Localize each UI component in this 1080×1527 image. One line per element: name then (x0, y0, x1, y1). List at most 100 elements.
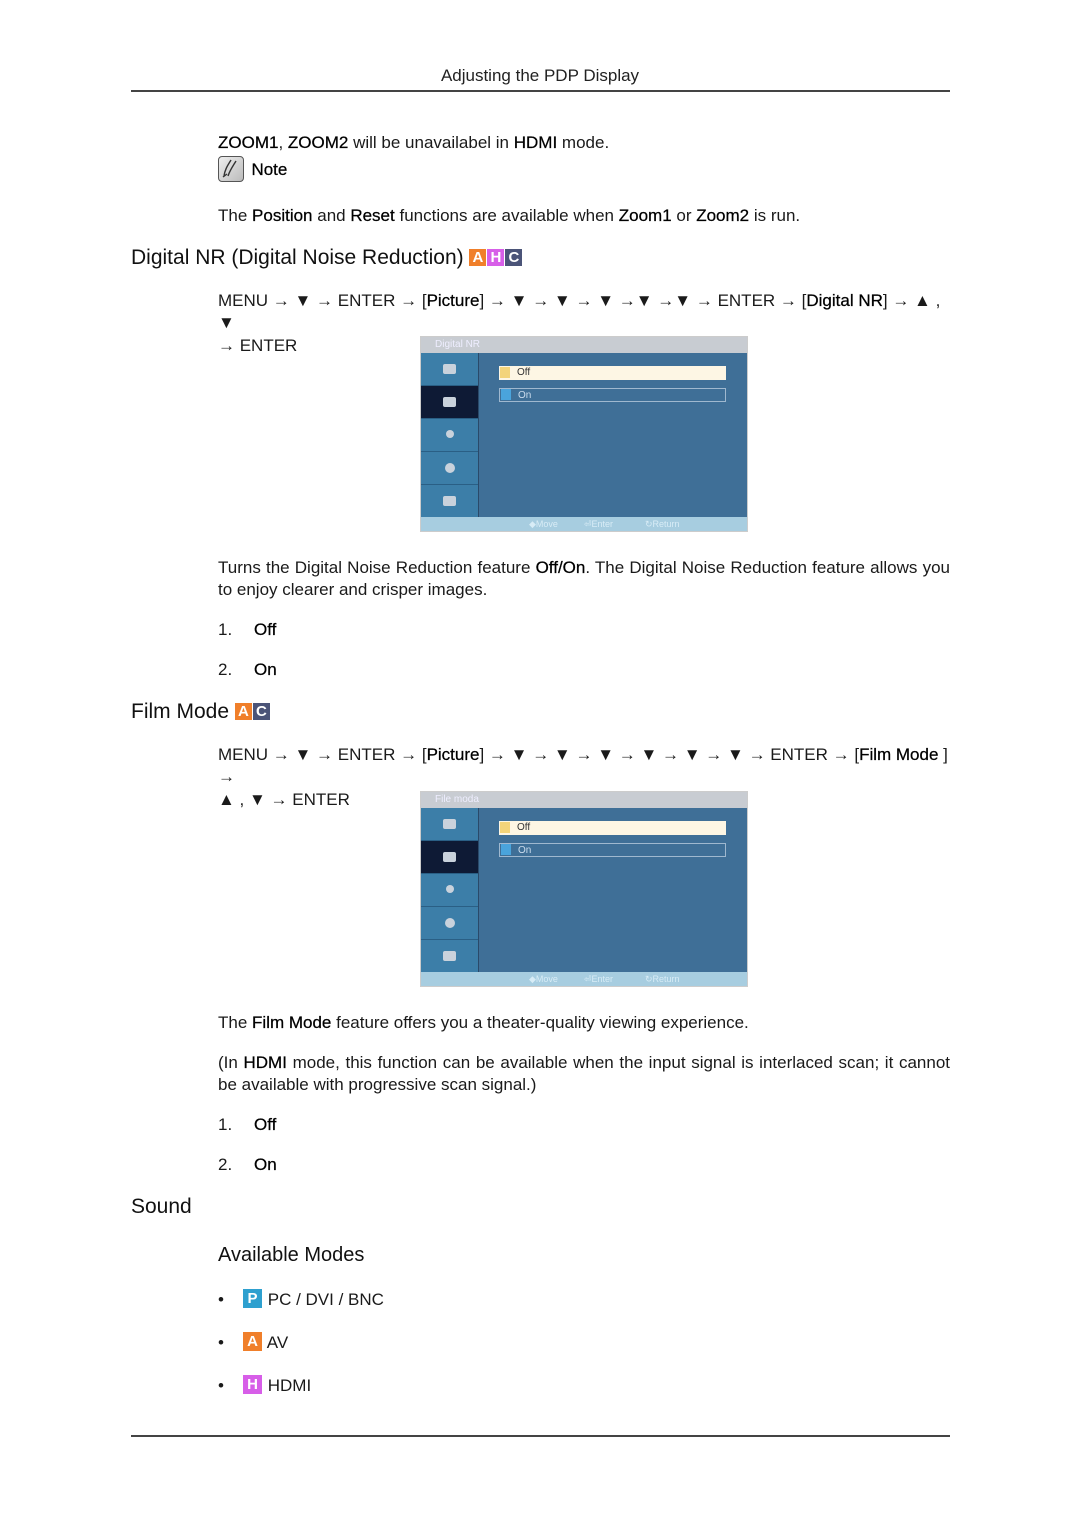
mode-badge-a-icon: A (234, 703, 252, 720)
note-block: Note (218, 156, 288, 188)
digital-nr-heading-text: Digital NR (Digital Noise Reduction) (131, 246, 464, 269)
osd-sound-item (421, 874, 478, 907)
text-fragment: MENU → ▼ → ENTER → [ (218, 291, 427, 310)
list-label: On (254, 1155, 277, 1174)
film-mode-list-item: 1. Off (218, 1114, 277, 1136)
text-fragment: The (218, 1013, 253, 1032)
mode-list-item: • H HDMI (218, 1375, 311, 1397)
setup-gear-icon (445, 918, 455, 928)
return-hint: ↻ Return (645, 519, 680, 529)
osd-sidebar (421, 808, 478, 974)
osd-input-item (421, 353, 478, 386)
text-fragment: is run. (749, 206, 801, 225)
film-mode-heading: Film Mode AC (131, 700, 271, 724)
mode-list-item: • A AV (218, 1332, 288, 1354)
film-mode-term: Film Mode (859, 745, 944, 764)
text-fragment: (In (218, 1053, 244, 1072)
picture-term: Picture (426, 291, 480, 310)
menu-path-line: MENU → ▼ → ENTER → [Picture] → ▼ → ▼ → ▼… (218, 290, 958, 334)
bullet: • (218, 1333, 224, 1352)
note-label: Note (251, 160, 288, 179)
enter-label: Enter (591, 974, 614, 984)
option-marker-icon (501, 389, 511, 400)
digital-nr-list-item: 2. On (218, 659, 277, 681)
bullet: • (218, 1290, 224, 1309)
osd-title: Digital NR (421, 337, 747, 353)
osd-option-label: On (518, 845, 532, 856)
osd-setup-item (421, 452, 478, 485)
enter-label: Enter (591, 519, 614, 529)
osd-footer: ◆ Move ⏎ Enter ↻ Return (421, 972, 747, 986)
digital-nr-list-item: 1. Off (218, 619, 277, 641)
move-label: Move (535, 519, 558, 529)
mode-list-item: • P PC / DVI / BNC (218, 1289, 384, 1311)
digital-nr-term: Digital NR (806, 291, 883, 310)
film-mode-term: Film Mode (252, 1013, 332, 1032)
osd-option-label: On (518, 390, 532, 401)
digital-nr-osd-screenshot: Digital NR Off On ◆ Move ⏎ Enter ↻ Retur… (420, 336, 748, 532)
list-label: Off (254, 620, 277, 639)
osd-sidebar (421, 353, 478, 519)
list-label: Off (254, 1115, 277, 1134)
text-fragment: Turns the Digital Noise Reduction featur… (218, 558, 536, 577)
osd-setup-item (421, 907, 478, 940)
digital-nr-heading: Digital NR (Digital Noise Reduction) AHC (131, 246, 523, 270)
osd-option-off: Off (499, 366, 726, 380)
text-fragment: MENU → ▼ → ENTER → [ (218, 745, 427, 764)
setup-gear-icon (445, 463, 455, 473)
input-icon (443, 819, 456, 829)
osd-picture-item (421, 841, 478, 874)
available-modes-heading: Available Modes (218, 1244, 365, 1266)
text-fragment: will be unavailabel in (348, 133, 514, 152)
input-icon (443, 364, 456, 374)
text-fragment: ] → ▼ → ▼ → ▼ → ▼ → ▼ → ▼ → ENTER → [ (479, 745, 860, 764)
osd-picture-item (421, 386, 478, 419)
hdmi-term: HDMI (243, 1053, 287, 1072)
osd-main-panel: Off On (478, 353, 747, 519)
film-mode-description: The Film Mode feature offers you a theat… (218, 1012, 749, 1034)
osd-option-on: On (499, 388, 726, 402)
mode-label: HDMI (267, 1376, 312, 1395)
mode-badge-h-icon: H (243, 1375, 262, 1394)
osd-option-label: Off (517, 367, 531, 378)
sound-icon (446, 885, 454, 893)
picture-icon (443, 852, 456, 862)
list-number: 1. (218, 1115, 233, 1134)
osd-multi-control-item (421, 485, 478, 518)
return-hint: ↻ Return (645, 974, 680, 984)
zoom1-term: ZOOM1 (218, 133, 279, 152)
text-fragment: feature offers you a theater-quality vie… (331, 1013, 749, 1032)
text-fragment: mode. (557, 133, 610, 152)
move-hint: ◆ Move (529, 519, 558, 529)
osd-option-on: On (499, 843, 726, 857)
hdmi-term: HDMI (513, 133, 558, 152)
text-fragment: functions are available when (394, 206, 619, 225)
text-fragment: ] → ▼ → ▼ → ▼ →▼ →▼ → ENTER → [ (479, 291, 807, 310)
text-fragment: The (218, 206, 253, 225)
text-fragment: , (278, 133, 288, 152)
text-fragment: and (312, 206, 351, 225)
mode-badge-a-icon: A (243, 1332, 262, 1351)
mode-label: PC / DVI / BNC (267, 1290, 384, 1309)
osd-footer: ◆ Move ⏎ Enter ↻ Return (421, 517, 747, 531)
zoom2-term: Zoom2 (696, 206, 750, 225)
multi-control-icon (443, 951, 456, 961)
zoom2-term: ZOOM2 (287, 133, 349, 152)
header-divider (131, 90, 950, 92)
note-pencil-icon (218, 156, 244, 182)
film-mode-list-item: 2. On (218, 1154, 277, 1176)
osd-main-panel: Off On (478, 808, 747, 974)
sound-heading: Sound (131, 1195, 192, 1218)
mode-badge-c-icon: C (505, 249, 523, 266)
mode-badge-p-icon: P (243, 1289, 262, 1308)
off-on-term: Off/On (535, 558, 586, 577)
enter-hint: ⏎ Enter (584, 974, 614, 984)
enter-hint: ⏎ Enter (584, 519, 614, 529)
return-label: Return (652, 974, 680, 984)
osd-title: File moda (421, 792, 747, 808)
move-hint: ◆ Move (529, 974, 558, 984)
mode-badge-h-icon: H (487, 249, 505, 266)
zoom1-term: Zoom1 (618, 206, 672, 225)
osd-option-off: Off (499, 821, 726, 835)
film-mode-osd-screenshot: File moda Off On ◆ Move ⏎ Enter ↻ Return (420, 791, 748, 987)
